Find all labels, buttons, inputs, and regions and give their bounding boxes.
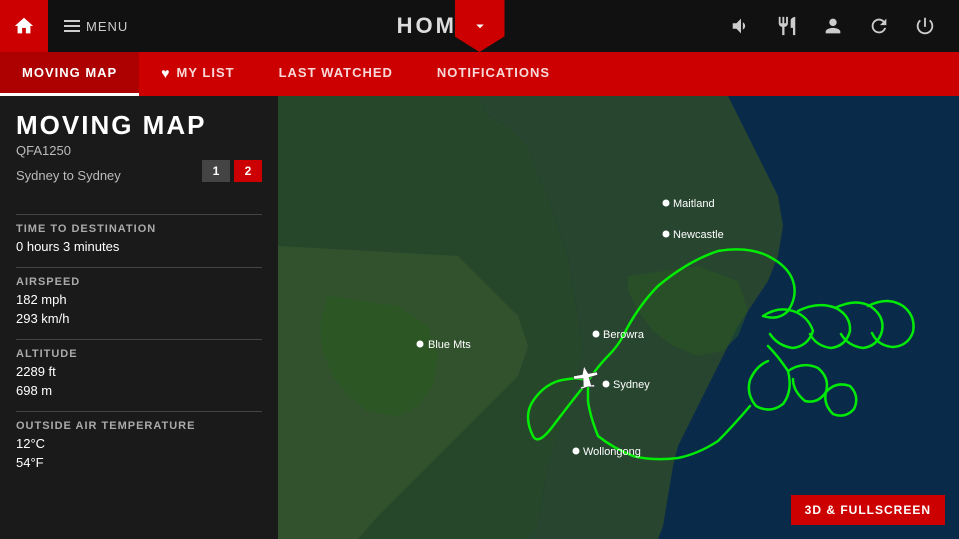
svg-text:Newcastle: Newcastle (673, 229, 724, 241)
view-button-2[interactable]: 2 (234, 160, 262, 182)
flight-route: Sydney to Sydney (16, 168, 121, 183)
brightness-icon[interactable] (865, 12, 893, 40)
stat-value-altitude-m: 698 m (16, 381, 262, 401)
stat-value-time: 0 hours 3 minutes (16, 237, 262, 257)
tab-notifications-label: NOTIFICATIONS (437, 65, 550, 80)
top-bar-icons (727, 12, 959, 40)
tab-notifications[interactable]: NOTIFICATIONS (415, 52, 572, 96)
tab-bar: MOVING MAP ♥ MY LIST LAST WATCHED NOTIFI… (0, 52, 959, 96)
left-panel: MOVING MAP QFA1250 Sydney to Sydney 1 2 … (0, 96, 278, 539)
stat-time-to-destination: TIME TO DESTINATION 0 hours 3 minutes (16, 223, 262, 257)
view-button-1[interactable]: 1 (202, 160, 230, 182)
chevron-down-icon (471, 17, 489, 35)
divider-3 (16, 339, 262, 340)
stat-value-airspeed-kmh: 293 km/h (16, 309, 262, 329)
tab-my-list-label: MY LIST (177, 65, 235, 80)
map-area: Maitland Newcastle Blue Mts Berowra Sydn… (278, 96, 959, 539)
tab-last-watched[interactable]: LAST WATCHED (257, 52, 415, 96)
main-content: MOVING MAP QFA1250 Sydney to Sydney 1 2 … (0, 96, 959, 539)
stat-label-time: TIME TO DESTINATION (16, 223, 262, 235)
tab-my-list[interactable]: ♥ MY LIST (139, 52, 256, 96)
divider-2 (16, 267, 262, 268)
stat-label-airspeed: AIRSPEED (16, 276, 262, 288)
power-icon[interactable] (911, 12, 939, 40)
map-background: Maitland Newcastle Blue Mts Berowra Sydn… (278, 96, 959, 539)
map-svg: Maitland Newcastle Blue Mts Berowra Sydn… (278, 96, 959, 539)
svg-text:Wollongong: Wollongong (583, 446, 641, 458)
volume-icon[interactable] (727, 12, 755, 40)
svg-text:Sydney: Sydney (613, 379, 650, 391)
flight-number: QFA1250 (16, 143, 262, 158)
divider-4 (16, 411, 262, 412)
top-bar: MENU HOME (0, 0, 959, 52)
heart-icon: ♥ (161, 65, 170, 81)
home-button[interactable] (0, 0, 48, 52)
stat-temperature: OUTSIDE AIR TEMPERATURE 12°C 54°F (16, 420, 262, 473)
fullscreen-button[interactable]: 3D & FULLSCREEN (791, 495, 945, 525)
menu-lines-icon (64, 20, 80, 32)
view-buttons: 1 2 (202, 160, 262, 182)
tab-moving-map[interactable]: MOVING MAP (0, 52, 139, 96)
home-icon (13, 15, 35, 37)
divider-1 (16, 214, 262, 215)
stat-value-temperature-f: 54°F (16, 453, 262, 473)
svg-text:Blue Mts: Blue Mts (428, 339, 471, 351)
dropdown-indicator (455, 0, 505, 52)
stat-label-altitude: ALTITUDE (16, 348, 262, 360)
svg-text:Berowra: Berowra (603, 329, 645, 341)
dining-icon[interactable] (773, 12, 801, 40)
stat-value-airspeed-mph: 182 mph (16, 290, 262, 310)
svg-text:Maitland: Maitland (673, 198, 715, 210)
menu-label: MENU (86, 19, 128, 34)
page-title: HOME (144, 13, 727, 39)
stat-value-temperature-c: 12°C (16, 434, 262, 454)
stat-value-altitude-ft: 2289 ft (16, 362, 262, 382)
moving-map-title: MOVING MAP (16, 110, 262, 141)
stat-airspeed: AIRSPEED 182 mph 293 km/h (16, 276, 262, 329)
tab-moving-map-label: MOVING MAP (22, 65, 117, 80)
menu-button[interactable]: MENU (48, 19, 144, 34)
person-icon[interactable] (819, 12, 847, 40)
stat-label-temperature: OUTSIDE AIR TEMPERATURE (16, 420, 262, 432)
tab-last-watched-label: LAST WATCHED (279, 65, 393, 80)
stat-altitude: ALTITUDE 2289 ft 698 m (16, 348, 262, 401)
